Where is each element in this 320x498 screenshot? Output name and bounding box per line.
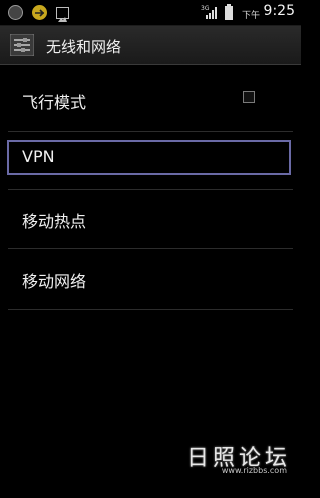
settings-item-label: VPN xyxy=(22,147,55,166)
watermark: 日照论坛 www.rizbbs.com xyxy=(171,440,291,475)
title-bar: 无线和网络 xyxy=(0,26,301,65)
settings-item-vpn[interactable]: VPN xyxy=(0,128,301,186)
round-notification-icon xyxy=(8,5,23,20)
settings-item-airplane-mode[interactable]: 飞行模式 xyxy=(0,69,301,127)
usb-icon xyxy=(32,5,47,20)
settings-sliders-icon xyxy=(9,33,35,60)
page-title: 无线和网络 xyxy=(46,38,122,56)
settings-item-mobile-hotspot[interactable]: 移动热点 xyxy=(0,190,301,248)
image-icon xyxy=(56,7,69,22)
divider xyxy=(8,248,293,249)
settings-item-mobile-network[interactable]: 移动网络 xyxy=(0,250,301,308)
status-bar-ampm: 下午 xyxy=(241,11,260,21)
status-bar-time: 9:25 xyxy=(263,3,295,19)
settings-item-label: 飞行模式 xyxy=(22,93,87,112)
settings-item-label: 移动网络 xyxy=(22,272,87,291)
status-bar: 3G 下午 9:25 xyxy=(0,0,301,26)
watermark-url: www.rizbbs.com xyxy=(221,466,287,475)
airplane-mode-checkbox[interactable] xyxy=(243,91,255,103)
3g-signal-icon: 3G xyxy=(201,4,219,24)
settings-item-label: 移动热点 xyxy=(22,212,87,231)
divider xyxy=(8,309,293,310)
svg-text:3G: 3G xyxy=(201,5,210,12)
battery-icon xyxy=(224,4,234,24)
